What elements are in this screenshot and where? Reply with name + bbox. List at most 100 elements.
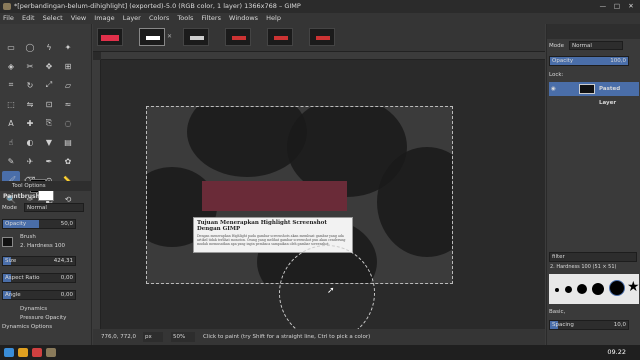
cage-tool-icon[interactable]: ⊡	[40, 95, 58, 113]
layer-name: Pasted Layer	[599, 86, 621, 106]
brush-dot[interactable]	[592, 283, 604, 295]
fuzzy-select-tool-icon[interactable]: ✦	[59, 38, 77, 56]
rect-select-tool-icon[interactable]: ▭	[2, 38, 20, 56]
airbrush-tool-icon[interactable]: ✈	[21, 152, 39, 170]
scissors-tool-icon[interactable]: ✂	[21, 57, 39, 75]
angle-slider[interactable]: Angle 0,00	[2, 290, 76, 300]
bucket-tool-icon[interactable]: ▼	[40, 133, 58, 151]
mode-select[interactable]: Normal	[24, 203, 84, 212]
ink-tool-icon[interactable]: ✒	[40, 152, 58, 170]
menu-colors[interactable]: Colors	[146, 13, 172, 24]
dock-tabs[interactable]	[547, 24, 640, 39]
zoom-select[interactable]: 50%	[171, 332, 195, 342]
opacity-slider[interactable]: Opacity 50,0	[2, 219, 76, 229]
mode-label: Mode	[2, 205, 17, 211]
shear-tool-icon[interactable]: ▱	[59, 76, 77, 94]
menu-tools[interactable]: Tools	[174, 13, 196, 24]
align-tool-icon[interactable]: ⊞	[59, 57, 77, 75]
image-thumb-2[interactable]	[139, 28, 165, 46]
horizontal-ruler	[101, 52, 545, 60]
aspect-value: 0,00	[60, 275, 73, 281]
text-tool-icon[interactable]: A	[2, 114, 20, 132]
brush-dot[interactable]	[555, 288, 559, 292]
size-slider[interactable]: Size 424,31	[2, 256, 76, 266]
aspect-ratio-slider[interactable]: Aspect Ratio 0,00	[2, 273, 76, 283]
spacing-value: 10,0	[613, 322, 626, 328]
brush-dot-selected[interactable]	[609, 280, 625, 296]
brush-name: 2. Hardness 100	[20, 243, 66, 249]
brush-grid[interactable]: ★	[549, 274, 640, 304]
close-tab-icon[interactable]: ✕	[167, 33, 172, 40]
image-thumb-6[interactable]	[309, 28, 335, 46]
layers-panel: Mode Normal Opacity 100,0 Lock: ◉ Pasted…	[546, 24, 640, 345]
maximize-button[interactable]: □	[611, 0, 623, 13]
tool-options-tab[interactable]: Tool Options	[0, 181, 92, 191]
menu-file[interactable]: File	[0, 13, 17, 24]
layer-thumbnail	[579, 84, 595, 94]
menu-help[interactable]: Help	[263, 13, 284, 24]
size-value: 424,31	[53, 258, 73, 264]
browser-icon[interactable]	[32, 348, 42, 357]
dynamics-options[interactable]: Dynamics Options	[2, 322, 90, 332]
menu-layer[interactable]: Layer	[120, 13, 144, 24]
scale-tool-icon[interactable]: ⤢	[40, 76, 58, 94]
card-title: Tujuan Menerapkan Highlight Screenshot D…	[197, 220, 327, 232]
menu-edit[interactable]: Edit	[19, 13, 38, 24]
layer-opacity-slider[interactable]: Opacity 100,0	[549, 56, 629, 66]
menu-image[interactable]: Image	[91, 13, 117, 24]
pencil-tool-icon[interactable]: ✎	[2, 152, 20, 170]
brush-preview[interactable]	[2, 237, 13, 247]
pointer-cursor-icon: ➚	[327, 286, 335, 296]
smudge-tool-icon[interactable]: ☝	[2, 133, 20, 151]
image-thumb-4[interactable]	[225, 28, 251, 46]
gradient-tool-icon[interactable]: ▤	[59, 133, 77, 151]
menu-windows[interactable]: Windows	[226, 13, 261, 24]
start-icon[interactable]	[4, 348, 14, 357]
unit-select[interactable]: px	[143, 332, 163, 342]
layer-mode-select[interactable]: Normal	[569, 41, 623, 50]
image-thumb-5[interactable]	[267, 28, 293, 46]
canvas-area[interactable]: Tujuan Menerapkan Highlight Screenshot D…	[93, 52, 545, 341]
perspective-tool-icon[interactable]: ⬚	[2, 95, 20, 113]
crop-tool-icon[interactable]: ⌗	[2, 76, 20, 94]
move-tool-icon[interactable]: ✥	[40, 57, 58, 75]
gimp-task-icon[interactable]	[46, 348, 56, 357]
image-thumb-1[interactable]	[97, 28, 123, 46]
layer-item[interactable]: ◉ Pasted Layer	[549, 82, 639, 106]
preset-row[interactable]: Basic,	[549, 307, 639, 317]
dodge-tool-icon[interactable]: ◐	[21, 133, 39, 151]
warp-tool-icon[interactable]: ≈	[59, 95, 77, 113]
heal-tool-icon[interactable]: ✚	[21, 114, 39, 132]
spacing-slider[interactable]: Spacing 10,0	[549, 320, 629, 330]
menu-view[interactable]: View	[68, 13, 89, 24]
image-tabs: ✕	[93, 24, 545, 52]
pointer-coords: 776,0, 772,0	[101, 334, 136, 340]
eye-icon[interactable]: ◉	[551, 82, 556, 96]
clock: 09.22	[607, 348, 626, 356]
taskbar: 09.22	[0, 345, 640, 360]
blur-tool-icon[interactable]: ◌	[59, 114, 77, 132]
menu-filters[interactable]: Filters	[198, 13, 223, 24]
window-title: *[perbandingan-belum-dihighlight] (expor…	[14, 2, 301, 10]
files-icon[interactable]	[18, 348, 28, 357]
flip-tool-icon[interactable]: ⇋	[21, 95, 39, 113]
clone-tool-icon[interactable]: ⎘	[40, 114, 58, 132]
gimp-logo-icon	[3, 3, 11, 10]
free-select-tool-icon[interactable]: ϟ	[40, 38, 58, 56]
mypaint-tool-icon[interactable]: ✿	[59, 152, 77, 170]
highlight-bar	[202, 181, 347, 211]
brush-filter-input[interactable]: filter	[549, 252, 637, 262]
ellipse-select-tool-icon[interactable]: ◯	[21, 38, 39, 56]
menu-select[interactable]: Select	[40, 13, 66, 24]
close-button[interactable]: ✕	[625, 0, 637, 13]
star-brush-icon[interactable]: ★	[627, 279, 640, 295]
brush-dot[interactable]	[565, 286, 572, 293]
image-thumb-3[interactable]	[183, 28, 209, 46]
select-by-color-tool-icon[interactable]: ◈	[2, 57, 20, 75]
brush-dot[interactable]	[577, 284, 587, 294]
opacity-value: 50,0	[60, 221, 73, 227]
minimize-button[interactable]: —	[597, 0, 609, 13]
angle-value: 0,00	[60, 292, 73, 298]
dynamics-row: Dynamics Pressure Opacity	[2, 304, 90, 321]
rotate-tool-icon[interactable]: ↻	[21, 76, 39, 94]
